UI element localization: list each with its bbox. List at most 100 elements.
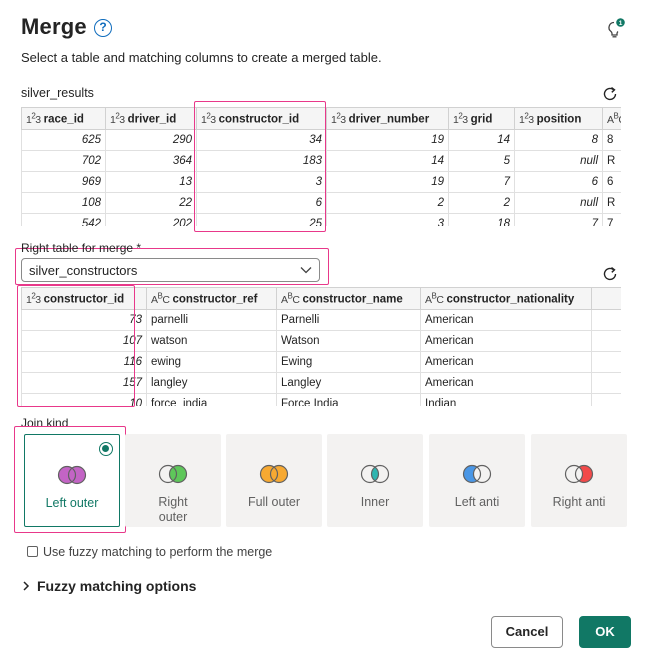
table-cell: 3: [196, 171, 327, 193]
column-header-label: constructor_id: [218, 113, 300, 126]
column-header[interactable]: 123 driver_number: [326, 107, 449, 130]
venn-right-outer-icon: [158, 464, 188, 484]
refresh-right-icon[interactable]: [601, 265, 619, 283]
number-type-icon: 123: [26, 111, 41, 126]
table-cell: 202: [105, 213, 197, 226]
column-header[interactable]: 123 position: [514, 107, 603, 130]
column-header[interactable]: [591, 287, 621, 310]
column-header-label: constructor_nationality: [446, 293, 575, 306]
column-header-label: driver_id: [127, 113, 177, 126]
right-table-label: Right table for merge *: [21, 241, 142, 255]
table-row: 702 364 183 14 5 null R: [21, 150, 621, 172]
table-cell: [591, 372, 621, 394]
table-cell: null: [514, 192, 603, 214]
fuzzy-checkbox-row[interactable]: Use fuzzy matching to perform the merge: [27, 545, 272, 559]
table-cell: [591, 330, 621, 352]
join-option-left-anti[interactable]: Left anti: [429, 434, 525, 527]
table-cell: 6: [514, 171, 603, 193]
chevron-down-icon: [300, 267, 312, 274]
join-kind-label: Join kind: [21, 416, 69, 430]
table-cell: 73: [21, 309, 147, 331]
table-row: 969 13 3 19 7 6 6: [21, 171, 621, 193]
table-cell: Force India: [276, 393, 421, 406]
fuzzy-checkbox-label: Use fuzzy matching to perform the merge: [43, 545, 273, 559]
table-cell: American: [420, 372, 592, 394]
table-cell: 13: [105, 171, 197, 193]
table-row: 10 force_india Force India Indian: [21, 393, 621, 406]
join-option-right-outer[interactable]: Right outer: [125, 434, 221, 527]
table-cell: 2: [326, 192, 449, 214]
table-cell: 542: [21, 213, 106, 226]
column-header[interactable]: 123 constructor_id: [196, 107, 327, 130]
table-cell: 2: [448, 192, 515, 214]
number-type-icon: 123: [201, 111, 216, 126]
join-option-label: Inner: [360, 495, 390, 509]
column-header[interactable]: 123 race_id: [21, 107, 106, 130]
join-option-left-outer[interactable]: Left outer: [24, 434, 120, 527]
cancel-button[interactable]: Cancel: [491, 616, 563, 648]
lightbulb-icon[interactable]: 1: [607, 18, 625, 40]
fuzzy-options-toggle[interactable]: Fuzzy matching options: [21, 578, 196, 594]
number-type-icon: 123: [453, 111, 468, 126]
join-option-full-outer[interactable]: Full outer: [226, 434, 322, 527]
table-row: 157 langley Langley American: [21, 372, 621, 394]
table-cell: langley: [146, 372, 277, 394]
table-cell: 7: [514, 213, 603, 226]
join-option-right-anti[interactable]: Right anti: [531, 434, 627, 527]
number-type-icon: 123: [110, 111, 125, 126]
table-cell: 8: [514, 129, 603, 151]
table-cell: [591, 393, 621, 406]
fuzzy-options-label: Fuzzy matching options: [37, 578, 197, 594]
fuzzy-checkbox[interactable]: [27, 546, 38, 557]
table-cell: 108: [21, 192, 106, 214]
table-cell: 364: [105, 150, 197, 172]
join-option-label: Left outer: [45, 496, 99, 510]
join-option-label: Right anti: [552, 495, 606, 509]
table-cell: 625: [21, 129, 106, 151]
refresh-left-icon[interactable]: [601, 85, 619, 103]
right-table-dropdown[interactable]: silver_constructors: [21, 258, 320, 282]
table-cell: 7: [448, 171, 515, 193]
column-header-label: driver_number: [348, 113, 430, 126]
number-type-icon: 123: [519, 111, 534, 126]
table-cell: American: [420, 309, 592, 331]
table-cell: force_india: [146, 393, 277, 406]
column-header[interactable]: ABC: [602, 107, 621, 130]
text-type-icon: ABC: [281, 291, 300, 306]
join-option-inner[interactable]: Inner: [327, 434, 423, 527]
table-cell: 5: [448, 150, 515, 172]
table-cell: American: [420, 330, 592, 352]
table-row: 625 290 34 19 14 8 8: [21, 129, 621, 151]
column-header[interactable]: ABC constructor_ref: [146, 287, 277, 310]
table-cell: Parnelli: [276, 309, 421, 331]
column-header-label: constructor_ref: [172, 293, 258, 306]
column-header[interactable]: ABC constructor_name: [276, 287, 421, 310]
table-cell: 3: [326, 213, 449, 226]
venn-left-anti-icon: [462, 464, 492, 484]
table-cell: 22: [105, 192, 197, 214]
table-cell: parnelli: [146, 309, 277, 331]
column-header[interactable]: ABC constructor_nationality: [420, 287, 592, 310]
table-cell: 19: [326, 171, 449, 193]
help-icon[interactable]: ?: [94, 19, 112, 37]
column-header[interactable]: 123 grid: [448, 107, 515, 130]
table-cell: 6: [196, 192, 327, 214]
table-cell: ewing: [146, 351, 277, 373]
column-header-label: position: [536, 113, 582, 126]
table-row: 542 202 25 3 18 7 7: [21, 213, 621, 226]
text-type-icon: ABC: [425, 291, 444, 306]
table-cell: American: [420, 351, 592, 373]
right-table-preview: 123 constructor_id ABC constructor_ref ABC co…: [21, 287, 621, 406]
column-header[interactable]: 123 constructor_id: [21, 287, 147, 310]
number-type-icon: 123: [26, 291, 41, 306]
table-cell: 107: [21, 330, 147, 352]
table-row: 107 watson Watson American: [21, 330, 621, 352]
venn-right-anti-icon: [564, 464, 594, 484]
table-row: 73 parnelli Parnelli American: [21, 309, 621, 331]
table-cell: Langley: [276, 372, 421, 394]
table-cell: 18: [448, 213, 515, 226]
venn-left-outer-icon: [57, 465, 87, 485]
ok-button[interactable]: OK: [579, 616, 631, 648]
chevron-right-icon: [23, 581, 30, 591]
column-header[interactable]: 123 driver_id: [105, 107, 197, 130]
